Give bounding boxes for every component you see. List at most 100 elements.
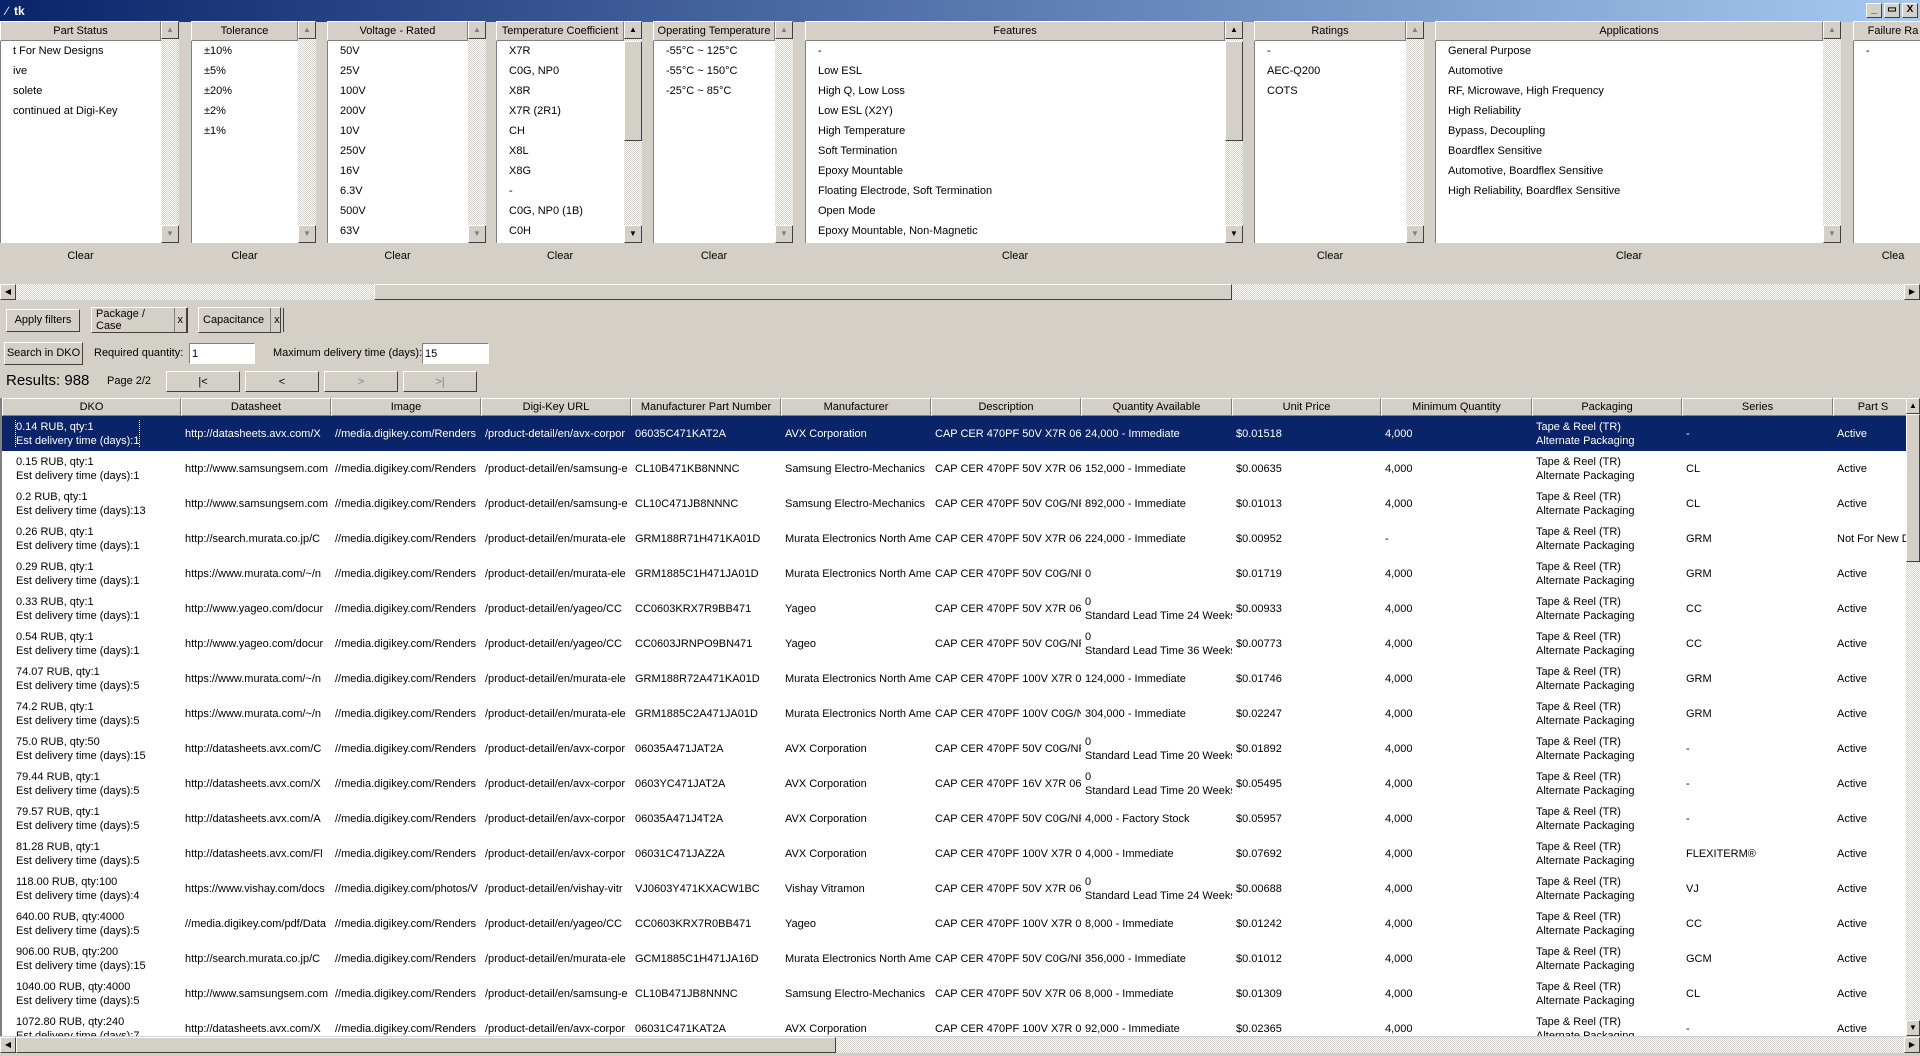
next-page-button[interactable]: > <box>324 371 398 392</box>
filter-horizontal-scrollbar[interactable]: ◀ ▶ <box>0 284 1920 300</box>
filter-option[interactable]: Automotive <box>1436 61 1823 81</box>
table-row[interactable]: 0.15 RUB, qty:1 Est delivery time (days):… <box>2 451 1906 486</box>
scroll-up-button[interactable]: ▲ <box>775 21 793 39</box>
filter-option[interactable]: C0H <box>497 221 624 241</box>
remove-filter-button[interactable]: x <box>173 308 187 332</box>
required-quantity-input[interactable] <box>189 343 255 364</box>
filter-option[interactable]: High Reliability <box>1436 101 1823 121</box>
filter-option[interactable]: Bypass, Decoupling <box>1436 121 1823 141</box>
first-page-button[interactable]: |< <box>166 371 240 392</box>
column-header[interactable]: Manufacturer Part Number <box>631 398 781 416</box>
table-row[interactable]: 74.2 RUB, qty:1 Est delivery time (days):… <box>2 696 1906 731</box>
scroll-down-button[interactable]: ▼ <box>1823 225 1841 243</box>
filter-option[interactable]: X8G <box>497 161 624 181</box>
filter-option[interactable]: High Q, Low Loss <box>806 81 1225 101</box>
max-delivery-input[interactable] <box>422 343 489 364</box>
clear-filter-button[interactable]: Clea <box>1853 248 1920 264</box>
filter-option[interactable]: ±10% <box>192 41 298 61</box>
scroll-down-button[interactable]: ▼ <box>1406 225 1424 243</box>
filter-option[interactable]: X7R <box>497 41 624 61</box>
scroll-up-button[interactable]: ▲ <box>298 21 316 39</box>
filter-option[interactable]: - <box>1255 41 1406 61</box>
filter-option[interactable]: -55°C ~ 125°C <box>654 41 775 61</box>
table-horizontal-scrollbar[interactable]: ◀ ▶ <box>0 1037 1920 1053</box>
filter-scrollbar[interactable]: ▲ ▼ <box>298 21 316 243</box>
scroll-up-button[interactable]: ▲ <box>161 21 179 39</box>
filter-option[interactable]: C0G, NP0 <box>497 61 624 81</box>
table-row[interactable]: 81.28 RUB, qty:1 Est delivery time (days)… <box>2 836 1906 871</box>
scroll-down-button[interactable]: ▼ <box>298 225 316 243</box>
filter-option[interactable]: CH <box>497 121 624 141</box>
clear-filter-button[interactable]: Clear <box>805 248 1225 264</box>
close-button[interactable]: X <box>1902 3 1918 18</box>
filter-option[interactable]: t For New Designs <box>1 41 161 61</box>
filter-option[interactable]: continued at Digi-Key <box>1 101 161 121</box>
scrollbar-thumb[interactable] <box>16 1037 836 1053</box>
column-header[interactable]: Manufacturer <box>781 398 931 416</box>
scrollbar-thumb[interactable] <box>624 41 642 141</box>
filter-option[interactable]: 25V <box>328 61 468 81</box>
table-row[interactable]: 118.00 RUB, qty:100 Est delivery time (da… <box>2 871 1906 906</box>
scroll-up-button[interactable]: ▲ <box>624 21 642 39</box>
column-header[interactable]: Unit Price <box>1232 398 1381 416</box>
table-vertical-scrollbar[interactable]: ▲ ▼ <box>1906 398 1920 1036</box>
table-row[interactable]: 0.14 RUB, qty:1 Est delivery time (days):… <box>2 416 1906 451</box>
remove-filter-button[interactable]: x <box>270 308 284 332</box>
filter-option[interactable]: Epoxy Mountable <box>806 161 1225 181</box>
column-header[interactable]: Minimum Quantity <box>1381 398 1532 416</box>
filter-option[interactable]: X8R <box>497 81 624 101</box>
filter-listbox[interactable]: General Purpose Automotive RF, Microwave, … <box>1435 41 1823 243</box>
scrollbar-thumb[interactable] <box>1225 41 1243 141</box>
column-header[interactable]: Image <box>331 398 481 416</box>
filter-option[interactable]: ±1% <box>192 121 298 141</box>
filter-scrollbar[interactable]: ▲ ▼ <box>468 21 486 243</box>
scroll-down-button[interactable]: ▼ <box>1225 225 1243 243</box>
scroll-up-button[interactable]: ▲ <box>1406 21 1424 39</box>
scrollbar-thumb[interactable] <box>1906 414 1920 562</box>
prev-page-button[interactable]: < <box>245 371 319 392</box>
filter-option[interactable]: C0G, NP0 (1B) <box>497 201 624 221</box>
scroll-up-button[interactable]: ▲ <box>468 21 486 39</box>
column-header[interactable]: Part S <box>1833 398 1906 416</box>
filter-listbox[interactable]: -55°C ~ 125°C -55°C ~ 150°C -25°C ~ 85°C <box>653 41 775 243</box>
filter-option[interactable]: Epoxy Mountable, Non-Magnetic <box>806 221 1225 241</box>
filter-option[interactable]: RF, Microwave, High Frequency <box>1436 81 1823 101</box>
clear-filter-button[interactable]: Clear <box>653 248 775 264</box>
filter-option[interactable]: General Purpose <box>1436 41 1823 61</box>
scroll-right-button[interactable]: ▶ <box>1904 1037 1920 1053</box>
table-row[interactable]: 79.44 RUB, qty:1 Est delivery time (days)… <box>2 766 1906 801</box>
table-row[interactable]: 74.07 RUB, qty:1 Est delivery time (days)… <box>2 661 1906 696</box>
filter-option[interactable]: - <box>806 41 1225 61</box>
filter-option[interactable]: -55°C ~ 150°C <box>654 61 775 81</box>
table-row[interactable]: 0.29 RUB, qty:1 Est delivery time (days):… <box>2 556 1906 591</box>
clear-filter-button[interactable]: Clear <box>496 248 624 264</box>
table-row[interactable]: 1072.80 RUB, qty:240 Est delivery time (d… <box>2 1011 1906 1037</box>
filter-option[interactable]: ±20% <box>192 81 298 101</box>
scroll-down-button[interactable]: ▼ <box>775 225 793 243</box>
clear-filter-button[interactable]: Clear <box>191 248 298 264</box>
column-header[interactable]: DKO <box>2 398 181 416</box>
filter-listbox[interactable]: X7R C0G, NP0 X8R X7R (2R1) CH X8L X8G - C0G, NP0… <box>496 41 624 243</box>
filter-option[interactable]: 16V <box>328 161 468 181</box>
filter-option[interactable]: 50V <box>328 41 468 61</box>
filter-listbox[interactable]: - AEC-Q200 COTS <box>1254 41 1406 243</box>
filter-option[interactable]: Automotive, Boardflex Sensitive <box>1436 161 1823 181</box>
filter-option[interactable]: 63V <box>328 221 468 241</box>
column-header[interactable]: Datasheet <box>181 398 331 416</box>
clear-filter-button[interactable]: Clear <box>1254 248 1406 264</box>
table-row[interactable]: 640.00 RUB, qty:4000 Est delivery time (d… <box>2 906 1906 941</box>
scroll-up-button[interactable]: ▲ <box>1225 21 1243 39</box>
filter-scrollbar[interactable]: ▲ ▼ <box>624 21 642 243</box>
scroll-left-button[interactable]: ◀ <box>0 284 16 300</box>
scroll-down-button[interactable]: ▼ <box>468 225 486 243</box>
filter-option[interactable]: Boardflex Sensitive <box>1436 141 1823 161</box>
scroll-down-button[interactable]: ▼ <box>624 225 642 243</box>
filter-option[interactable]: solete <box>1 81 161 101</box>
filter-scrollbar[interactable]: ▲ ▼ <box>1823 21 1841 243</box>
scrollbar-thumb[interactable] <box>374 284 1232 300</box>
clear-filter-button[interactable]: Clear <box>1435 248 1823 264</box>
filter-option[interactable]: - <box>1854 41 1920 61</box>
scroll-down-button[interactable]: ▼ <box>1906 1020 1920 1036</box>
filter-scrollbar[interactable]: ▲ ▼ <box>161 21 179 243</box>
filter-option[interactable]: ive <box>1 61 161 81</box>
